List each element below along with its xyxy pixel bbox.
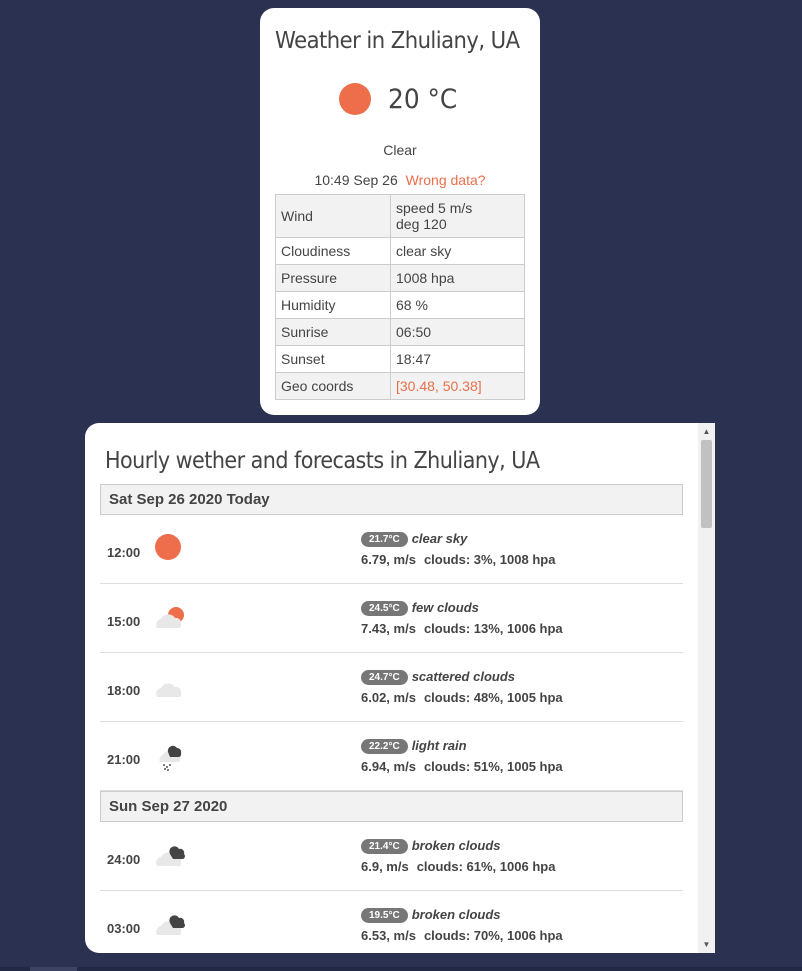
temperature-row: 20 °C [260, 74, 540, 124]
current-weather-card: Weather in Zhuliany, UA 20 °C Clear 10:4… [260, 8, 540, 415]
geo-coords-link[interactable]: [30.48, 50.38] [390, 372, 525, 400]
clouds-pressure: clouds: 13%, 1006 hpa [423, 621, 563, 636]
forecast-stats: 6.79, m/s clouds: 3%, 1008 hpa [361, 552, 555, 567]
weather-description: Clear [383, 142, 417, 158]
sun-icon [155, 534, 181, 560]
forecast-time: 15:00 [107, 614, 141, 629]
weather-details-table: Wind speed 5 m/s deg 120 Cloudiness clear… [275, 194, 525, 400]
forecast-row: 03:00 19.5°C broken clouds 6.53, m/s cloud… [100, 891, 683, 953]
clouds-pressure: clouds: 3%, 1008 hpa [423, 552, 556, 567]
wind-speed: 6.02, m/s [361, 690, 416, 705]
scroll-up-arrow-icon[interactable]: ▲ [698, 423, 715, 440]
forecast-time: 18:00 [107, 683, 141, 698]
temperature-badge: 24.7°C [361, 670, 408, 685]
forecast-time: 21:00 [107, 752, 141, 767]
forecast-time: 24:00 [107, 852, 141, 867]
forecast-row: 15:00 24.5°C few clouds 7.43, m/s clouds: … [100, 584, 683, 653]
bottom-strip-tab [30, 967, 77, 971]
bottom-strip [0, 967, 802, 971]
forecast-condition: broken clouds [411, 907, 501, 922]
forecast-row: 24:00 21.4°C broken clouds 6.9, m/s clouds… [100, 822, 683, 891]
forecast-info: 24.5°C few clouds 7.43, m/s clouds: 13%, 1… [361, 600, 563, 636]
light-rain-icon [159, 745, 182, 771]
temperature-badge: 21.4°C [361, 839, 408, 854]
forecast-condition: light rain [411, 738, 467, 753]
forecast-row: 12:00 21.7°C clear sky 6.79, m/s clouds: 3… [100, 515, 683, 584]
details-value: 06:50 [390, 318, 525, 346]
forecast-time: 12:00 [107, 545, 141, 560]
wind-speed: 7.43, m/s [361, 621, 416, 636]
details-value: clear sky [390, 237, 525, 265]
details-value: 18:47 [390, 345, 525, 373]
hourly-title: Hourly wether and forecasts in Zhuliany,… [105, 448, 540, 474]
details-row-sunrise: Sunrise 06:50 [275, 318, 525, 346]
forecast-info: 21.4°C broken clouds 6.9, m/s clouds: 61%,… [361, 838, 555, 874]
forecast-stats: 7.43, m/s clouds: 13%, 1006 hpa [361, 621, 563, 636]
wind-speed: 6.9, m/s [361, 859, 409, 874]
details-label: Sunset [275, 345, 391, 373]
forecast-info: 21.7°C clear sky 6.79, m/s clouds: 3%, 100… [361, 531, 555, 567]
forecast-condition: broken clouds [411, 838, 501, 853]
few-clouds-icon [156, 607, 184, 628]
observation-time: 10:49 Sep 26 [314, 172, 398, 188]
temperature-badge: 21.7°C [361, 532, 408, 547]
broken-clouds-icon [156, 915, 185, 935]
current-temperature: 20 °C [388, 83, 458, 115]
details-value: speed 5 m/s deg 120 [390, 194, 525, 238]
scroll-thumb[interactable] [701, 440, 712, 528]
wind-speed: 6.94, m/s [361, 759, 416, 774]
forecast-condition: clear sky [411, 531, 468, 546]
details-label: Humidity [275, 291, 391, 319]
forecast-info: 22.2°C light rain 6.94, m/s clouds: 51%, 1… [361, 738, 563, 774]
forecast-row: 18:00 24.7°C scattered clouds 6.02, m/s cl… [100, 653, 683, 722]
scroll-down-arrow-icon[interactable]: ▼ [698, 936, 715, 953]
current-weather-title: Weather in Zhuliany, UA [275, 28, 520, 54]
forecast-stats: 6.94, m/s clouds: 51%, 1005 hpa [361, 759, 563, 774]
forecast-scrollbar[interactable]: ▲ ▼ [698, 423, 715, 953]
details-row-wind: Wind speed 5 m/s deg 120 [275, 194, 525, 238]
wind-speed: 6.53, m/s [361, 928, 416, 943]
details-row-humidity: Humidity 68 % [275, 291, 525, 319]
details-value: 1008 hpa [390, 264, 525, 292]
details-label: Geo coords [275, 372, 391, 400]
day-header: Sat Sep 26 2020 Today [100, 484, 683, 515]
observation-time-row: 10:49 Sep 26 Wrong data? [260, 172, 540, 188]
wind-speed: 6.79, m/s [361, 552, 416, 567]
wrong-data-link[interactable]: Wrong data? [406, 172, 486, 188]
clouds-pressure: clouds: 51%, 1005 hpa [423, 759, 563, 774]
clouds-pressure: clouds: 48%, 1005 hpa [423, 690, 563, 705]
details-row-pressure: Pressure 1008 hpa [275, 264, 525, 292]
details-label: Pressure [275, 264, 391, 292]
forecast-stats: 6.02, m/s clouds: 48%, 1005 hpa [361, 690, 563, 705]
forecast-info: 19.5°C broken clouds 6.53, m/s clouds: 70%… [361, 907, 563, 943]
forecast-row: 21:00 22.2°C light rain 6.94, m/s clouds: … [100, 722, 683, 791]
forecast-list: Sat Sep 26 2020 Today 12:00 21.7°C clear … [100, 484, 683, 953]
temperature-badge: 24.5°C [361, 601, 408, 616]
forecast-condition: few clouds [411, 600, 479, 615]
cloud-icon [156, 683, 182, 697]
temperature-badge: 22.2°C [361, 739, 408, 754]
forecast-stats: 6.53, m/s clouds: 70%, 1006 hpa [361, 928, 563, 943]
details-label: Cloudiness [275, 237, 391, 265]
forecast-time: 03:00 [107, 921, 141, 936]
details-row-cloudiness: Cloudiness clear sky [275, 237, 525, 265]
clouds-pressure: clouds: 70%, 1006 hpa [423, 928, 563, 943]
details-label: Wind [275, 194, 391, 238]
details-row-sunset: Sunset 18:47 [275, 345, 525, 373]
temperature-badge: 19.5°C [361, 908, 408, 923]
day-header: Sun Sep 27 2020 [100, 791, 683, 822]
details-row-geo-coords: Geo coords [30.48, 50.38] [275, 372, 525, 400]
hourly-forecast-card: Hourly wether and forecasts in Zhuliany,… [85, 423, 715, 953]
clouds-pressure: clouds: 61%, 1006 hpa [416, 859, 556, 874]
forecast-stats: 6.9, m/s clouds: 61%, 1006 hpa [361, 859, 555, 874]
forecast-info: 24.7°C scattered clouds 6.02, m/s clouds: … [361, 669, 563, 705]
sun-icon [339, 83, 372, 115]
details-label: Sunrise [275, 318, 391, 346]
broken-clouds-icon [156, 846, 185, 866]
details-value: 68 % [390, 291, 525, 319]
forecast-condition: scattered clouds [411, 669, 516, 684]
